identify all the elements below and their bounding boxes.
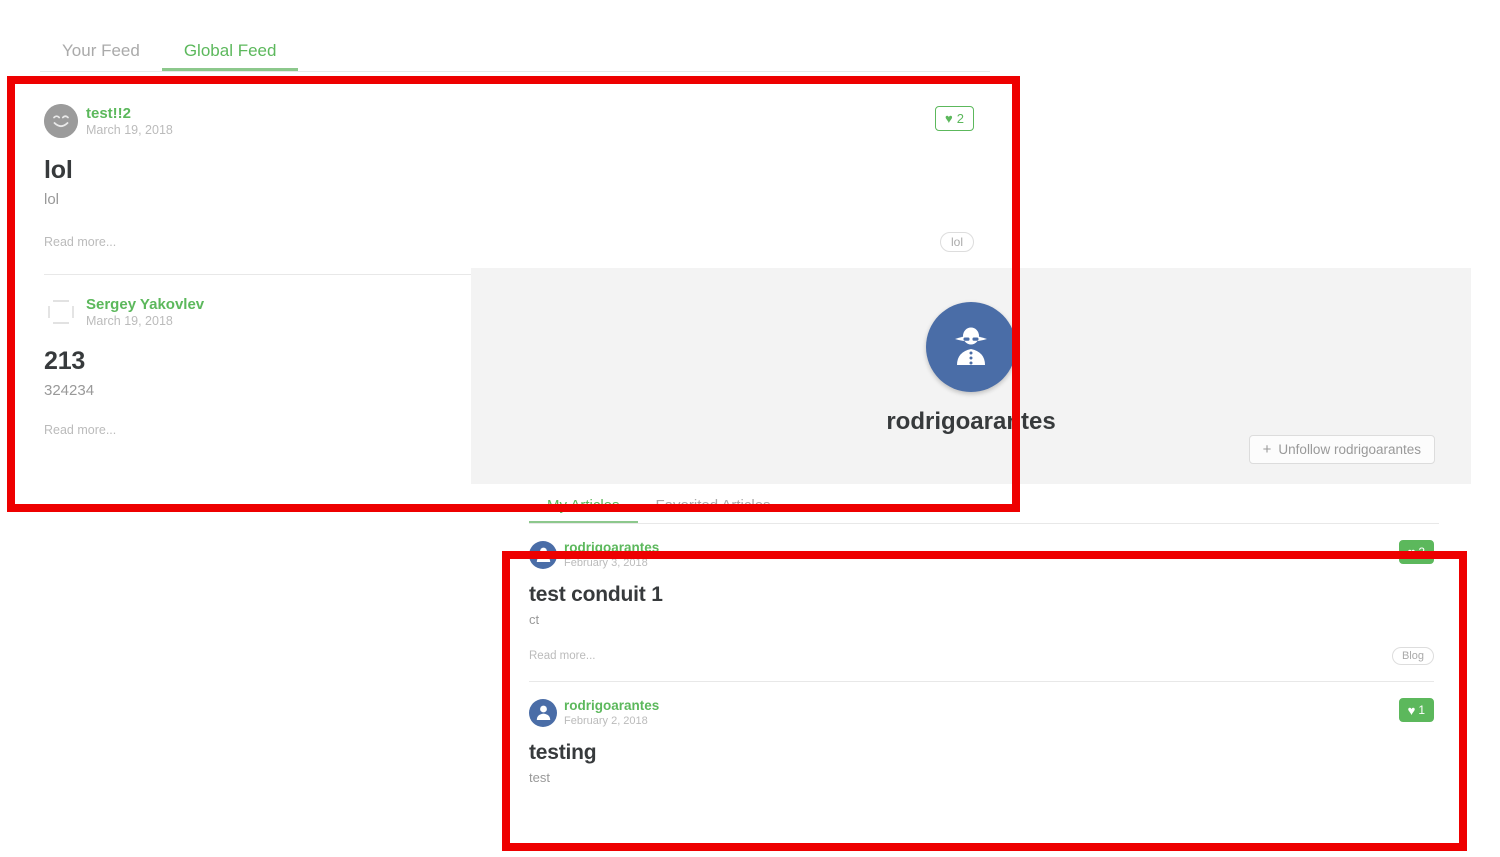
profile-article-tabs: My Articles Favorited Articles [529, 484, 1439, 524]
broken-image-icon[interactable] [44, 295, 78, 329]
heart-icon: ♥ [1407, 702, 1416, 718]
smiley-face-icon[interactable] [44, 104, 78, 138]
tab-global-feed[interactable]: Global Feed [162, 42, 299, 71]
feed-toggle-tabs: Your Feed Global Feed [40, 28, 990, 72]
read-more-link[interactable]: Read more... [44, 235, 116, 249]
unfollow-button-label: Unfollow rodrigoarantes [1278, 442, 1421, 457]
article-author-block: Sergey Yakovlev March 19, 2018 [86, 296, 204, 329]
article-preview: rodrigoarantes February 2, 2018 ♥ 1 test… [529, 681, 1434, 801]
article-footer: Read more... lol [44, 232, 974, 252]
article-author-block: rodrigoarantes February 2, 2018 [564, 698, 659, 727]
article-author-link[interactable]: Sergey Yakovlev [86, 296, 204, 313]
article-title[interactable]: testing [529, 741, 1434, 765]
plus-icon: + [1262, 441, 1272, 458]
article-date: March 19, 2018 [86, 122, 173, 137]
profile-username: rodrigoarantes [886, 408, 1056, 435]
article-preview: test!!2 March 19, 2018 ♥ 2 lol lol Read … [44, 92, 974, 274]
favorite-count: 2 [1418, 545, 1425, 559]
article-author-block: test!!2 March 19, 2018 [86, 105, 173, 138]
article-meta: rodrigoarantes February 3, 2018 [529, 540, 1434, 569]
article-date: February 2, 2018 [564, 714, 648, 727]
tab-your-feed[interactable]: Your Feed [40, 42, 162, 71]
profile-banner: rodrigoarantes + Unfollow rodrigoarantes [471, 268, 1471, 484]
user-circle-icon[interactable] [529, 698, 557, 727]
favorite-count: 1 [1418, 703, 1425, 718]
article-tag[interactable]: Blog [1391, 647, 1434, 666]
tab-favorited-articles[interactable]: Favorited Articles [638, 498, 789, 523]
article-meta: rodrigoarantes February 2, 2018 [529, 698, 1434, 727]
favorite-button[interactable]: ♥ 1 [1398, 698, 1434, 723]
article-preview: rodrigoarantes February 3, 2018 ♥ 2 test… [529, 524, 1434, 681]
favorite-button[interactable]: ♥ 2 [935, 106, 974, 131]
screenshot-root: Your Feed Global Feed test!!2 March 19, … [0, 0, 1500, 857]
article-tag[interactable]: lol [939, 232, 974, 252]
profile-article-list: rodrigoarantes February 3, 2018 ♥ 2 test… [529, 524, 1434, 801]
favorite-count: 2 [956, 111, 964, 126]
profile-body: My Articles Favorited Articles rodrigoar… [471, 484, 1471, 802]
article-author-link[interactable]: rodrigoarantes [564, 698, 659, 714]
article-description: lol [44, 191, 60, 208]
article-description: ct [529, 612, 540, 628]
heart-icon: ♥ [1407, 544, 1416, 560]
favorite-button[interactable]: ♥ 2 [1398, 540, 1434, 564]
profile-page: rodrigoarantes + Unfollow rodrigoarantes… [471, 268, 1471, 802]
unfollow-button[interactable]: + Unfollow rodrigoarantes [1248, 435, 1435, 464]
article-author-link[interactable]: rodrigoarantes [564, 540, 659, 556]
article-footer: Read more... Blog [529, 647, 1434, 666]
article-description: test [529, 770, 550, 786]
read-more-link[interactable]: Read more... [44, 423, 116, 437]
read-more-link[interactable]: Read more... [529, 650, 595, 662]
article-author-block: rodrigoarantes February 3, 2018 [564, 540, 659, 569]
article-date: March 19, 2018 [86, 313, 173, 328]
article-meta: test!!2 March 19, 2018 ♥ 2 [44, 104, 974, 138]
user-circle-icon[interactable] [529, 540, 557, 569]
heart-icon: ♥ [945, 111, 953, 126]
tab-my-articles[interactable]: My Articles [529, 498, 638, 523]
incognito-user-icon[interactable] [926, 302, 1016, 392]
article-title[interactable]: test conduit 1 [529, 583, 1434, 607]
article-title[interactable]: lol [44, 156, 974, 185]
article-author-link[interactable]: test!!2 [86, 105, 173, 122]
article-date: February 3, 2018 [564, 556, 648, 569]
